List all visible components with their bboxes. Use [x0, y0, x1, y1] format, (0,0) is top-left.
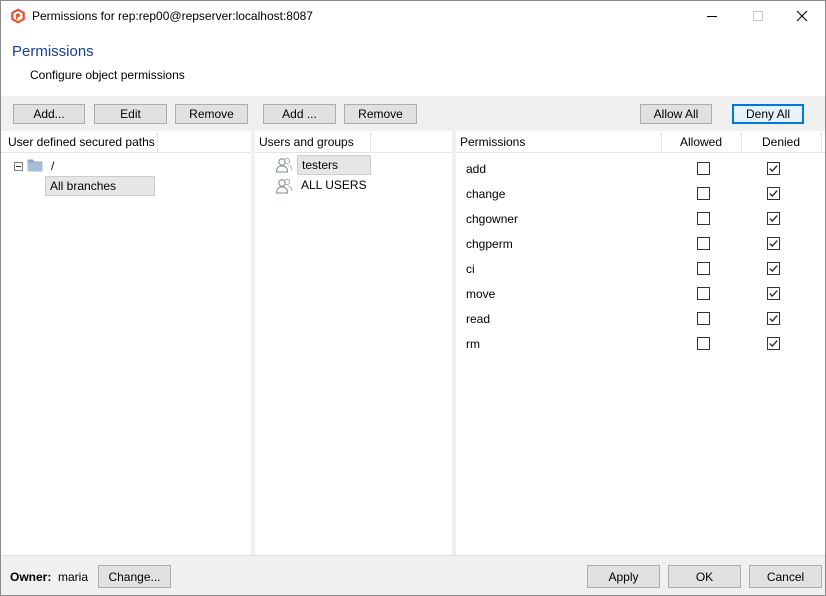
permission-row-move: move	[456, 283, 825, 308]
maximize-icon	[753, 11, 763, 21]
close-icon	[796, 10, 808, 22]
maximize-button[interactable]	[735, 1, 781, 31]
permissions-toolbar: Allow All Deny All	[456, 96, 825, 131]
remove-user-button[interactable]: Remove	[344, 104, 417, 124]
permission-row-read: read	[456, 308, 825, 333]
permission-name: rm	[466, 337, 480, 351]
app-logo-icon	[11, 8, 25, 24]
tree-item-all-branches[interactable]: All branches	[45, 176, 155, 196]
permission-row-change: change	[456, 183, 825, 208]
permission-name: ci	[466, 262, 475, 276]
close-button[interactable]	[779, 1, 825, 31]
deny-all-button[interactable]: Deny All	[732, 104, 804, 124]
paths-toolbar: Add... Edit Remove	[1, 96, 251, 131]
permissions-column-header: Permissions Allowed Denied	[456, 132, 825, 153]
permission-name: chgperm	[466, 237, 513, 251]
collapse-icon[interactable]	[14, 162, 23, 171]
minimize-button[interactable]	[689, 1, 735, 31]
allowed-checkbox[interactable]	[697, 187, 710, 200]
denied-checkbox[interactable]	[767, 187, 780, 200]
paths-column-title[interactable]: User defined secured paths	[1, 132, 158, 152]
tree-root-label[interactable]: /	[51, 159, 54, 173]
title-bar: Permissions for rep:rep00@repserver:loca…	[1, 1, 825, 31]
permission-name: add	[466, 162, 487, 176]
folder-icon	[27, 159, 43, 172]
allow-all-button[interactable]: Allow All	[640, 104, 712, 124]
owner-value: maria	[58, 570, 89, 584]
group-icon	[275, 178, 293, 194]
group-icon	[275, 157, 293, 173]
denied-checkbox[interactable]	[767, 312, 780, 325]
footer-bar: Owner: maria Change... Apply OK Cancel	[1, 555, 825, 595]
permission-row-ci: ci	[456, 258, 825, 283]
paths-column-header: User defined secured paths	[1, 132, 251, 153]
apply-button[interactable]: Apply	[587, 565, 660, 588]
denied-checkbox[interactable]	[767, 287, 780, 300]
users-column-title[interactable]: Users and groups	[255, 132, 371, 152]
permissions-panel: Allow All Deny All Permissions Allowed D…	[456, 96, 825, 555]
allowed-column-title[interactable]: Allowed	[662, 132, 742, 152]
remove-path-button[interactable]: Remove	[175, 104, 248, 124]
change-owner-button[interactable]: Change...	[98, 565, 171, 588]
allowed-checkbox[interactable]	[697, 287, 710, 300]
minimize-icon	[707, 16, 717, 17]
users-column-header: Users and groups	[255, 132, 452, 153]
permission-row-chgperm: chgperm	[456, 233, 825, 258]
cancel-button[interactable]: Cancel	[749, 565, 822, 588]
denied-checkbox[interactable]	[767, 337, 780, 350]
denied-checkbox[interactable]	[767, 212, 780, 225]
user-label: ALL USERS	[301, 178, 367, 192]
add-user-button[interactable]: Add ...	[263, 104, 336, 124]
window-title: Permissions for rep:rep00@repserver:loca…	[32, 9, 313, 23]
user-label: testers	[297, 155, 371, 175]
page-subtitle: Configure object permissions	[30, 68, 185, 82]
secured-paths-panel: Add... Edit Remove User defined secured …	[1, 96, 251, 555]
add-path-button[interactable]: Add...	[13, 104, 85, 124]
denied-checkbox[interactable]	[767, 162, 780, 175]
allowed-checkbox[interactable]	[697, 312, 710, 325]
allowed-checkbox[interactable]	[697, 337, 710, 350]
page-title: Permissions	[12, 43, 94, 60]
permission-row-chgowner: chgowner	[456, 208, 825, 233]
users-groups-panel: Add ... Remove Users and groups testers	[255, 96, 452, 555]
allowed-checkbox[interactable]	[697, 162, 710, 175]
main-area: Add... Edit Remove User defined secured …	[1, 96, 825, 555]
denied-checkbox[interactable]	[767, 237, 780, 250]
users-toolbar: Add ... Remove	[255, 96, 452, 131]
permissions-column-title[interactable]: Permissions	[456, 132, 662, 152]
permission-name: change	[466, 187, 506, 201]
permission-name: read	[466, 312, 491, 326]
allowed-checkbox[interactable]	[697, 212, 710, 225]
denied-checkbox[interactable]	[767, 262, 780, 275]
permission-name: move	[466, 287, 496, 301]
owner-label: Owner:	[10, 570, 52, 584]
permission-name: chgowner	[466, 212, 519, 226]
denied-column-title[interactable]: Denied	[742, 132, 822, 152]
permission-row-add: add	[456, 158, 825, 183]
ok-button[interactable]: OK	[668, 565, 741, 588]
edit-path-button[interactable]: Edit	[94, 104, 167, 124]
permission-row-rm: rm	[456, 333, 825, 358]
allowed-checkbox[interactable]	[697, 237, 710, 250]
allowed-checkbox[interactable]	[697, 262, 710, 275]
permissions-dialog: Permissions for rep:rep00@repserver:loca…	[0, 0, 826, 596]
